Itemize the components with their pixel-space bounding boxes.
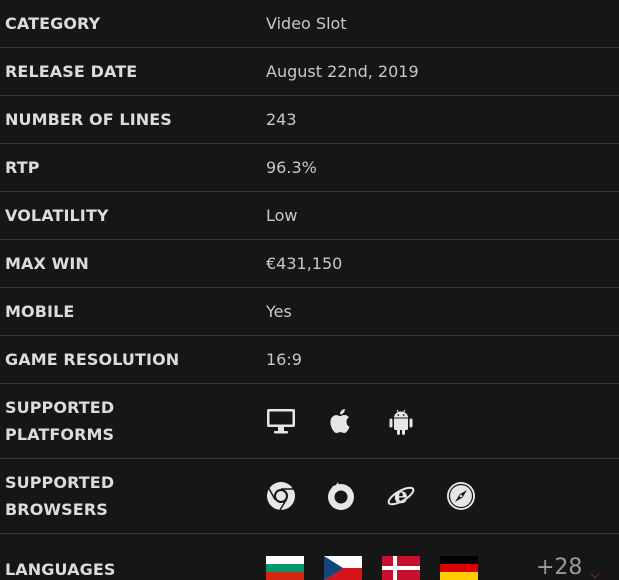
- platform-icons: [266, 406, 416, 436]
- row-label-line: PLATFORMS: [5, 425, 115, 444]
- svg-text:e: e: [394, 483, 408, 509]
- row-label: GAME RESOLUTION: [5, 350, 180, 369]
- more-languages-toggle[interactable]: +28 ⌵: [536, 556, 600, 580]
- info-row-game-resolution: GAME RESOLUTION 16:9: [0, 336, 619, 384]
- row-label-line: SUPPORTED: [5, 398, 115, 417]
- czech-flag: [324, 556, 362, 580]
- row-label: SUPPORTED BROWSERS: [0, 469, 266, 523]
- row-value: 96.3%: [266, 158, 317, 177]
- row-label: SUPPORTED PLATFORMS: [0, 394, 266, 448]
- row-label: VOLATILITY: [5, 206, 109, 225]
- row-label-line: BROWSERS: [5, 500, 108, 519]
- info-row-max-win: MAX WIN €431,150: [0, 240, 619, 288]
- row-label: LANGUAGES: [5, 560, 116, 579]
- firefox-icon: [326, 481, 356, 511]
- more-languages-count: +28: [536, 555, 583, 580]
- desktop-icon: [266, 406, 296, 436]
- apple-icon: [326, 406, 356, 436]
- info-row-volatility: VOLATILITY Low: [0, 192, 619, 240]
- row-label: MAX WIN: [5, 254, 89, 273]
- row-label: RELEASE DATE: [5, 62, 138, 81]
- row-value: Video Slot: [266, 14, 347, 33]
- row-value: August 22nd, 2019: [266, 62, 419, 81]
- denmark-flag: [382, 556, 420, 580]
- language-flags: +28 ⌵: [266, 556, 600, 580]
- info-row-languages: LANGUAGES +28 ⌵: [0, 534, 619, 580]
- android-icon: [386, 406, 416, 436]
- bulgaria-flag: [266, 556, 304, 580]
- info-row-category: CATEGORY Video Slot: [0, 0, 619, 48]
- row-value: Yes: [266, 302, 292, 321]
- row-value: €431,150: [266, 254, 343, 273]
- row-label: CATEGORY: [5, 14, 101, 33]
- info-row-supported-browsers: SUPPORTED BROWSERS e: [0, 459, 619, 534]
- info-row-supported-platforms: SUPPORTED PLATFORMS: [0, 384, 619, 459]
- internet-explorer-icon: e: [386, 481, 416, 511]
- chrome-icon: [266, 481, 296, 511]
- germany-flag: [440, 556, 478, 580]
- row-label: MOBILE: [5, 302, 75, 321]
- game-info-table: CATEGORY Video Slot RELEASE DATE August …: [0, 0, 619, 580]
- info-row-number-of-lines: NUMBER OF LINES 243: [0, 96, 619, 144]
- row-value: 16:9: [266, 350, 302, 369]
- info-row-mobile: MOBILE Yes: [0, 288, 619, 336]
- info-row-release-date: RELEASE DATE August 22nd, 2019: [0, 48, 619, 96]
- row-label-line: SUPPORTED: [5, 473, 115, 492]
- row-value: Low: [266, 206, 298, 225]
- row-label: RTP: [5, 158, 40, 177]
- chevron-down-icon: ⌵: [590, 567, 600, 580]
- safari-icon: [446, 481, 476, 511]
- row-label: NUMBER OF LINES: [5, 110, 172, 129]
- info-row-rtp: RTP 96.3%: [0, 144, 619, 192]
- row-value: 243: [266, 110, 297, 129]
- browser-icons: e: [266, 481, 476, 511]
